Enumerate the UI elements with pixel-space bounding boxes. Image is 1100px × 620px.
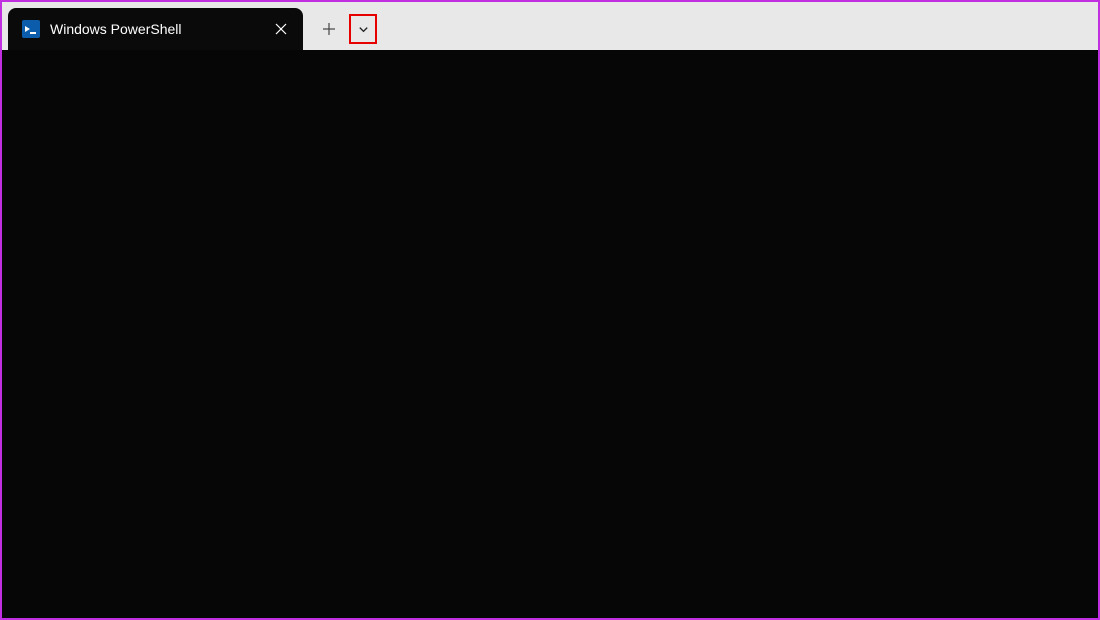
tab-powershell[interactable]: Windows PowerShell	[8, 8, 303, 50]
new-tab-dropdown-button[interactable]	[349, 14, 377, 44]
close-tab-button[interactable]	[267, 15, 295, 43]
new-tab-button[interactable]	[311, 11, 347, 47]
chevron-down-icon	[357, 23, 370, 36]
terminal-content-area[interactable]	[2, 50, 1098, 618]
plus-icon	[322, 22, 336, 36]
tab-title: Windows PowerShell	[50, 21, 257, 37]
terminal-window: Windows PowerShell	[2, 2, 1098, 618]
powershell-icon	[22, 20, 40, 38]
titlebar: Windows PowerShell	[2, 2, 1098, 50]
close-icon	[275, 23, 287, 35]
titlebar-buttons	[311, 8, 377, 50]
